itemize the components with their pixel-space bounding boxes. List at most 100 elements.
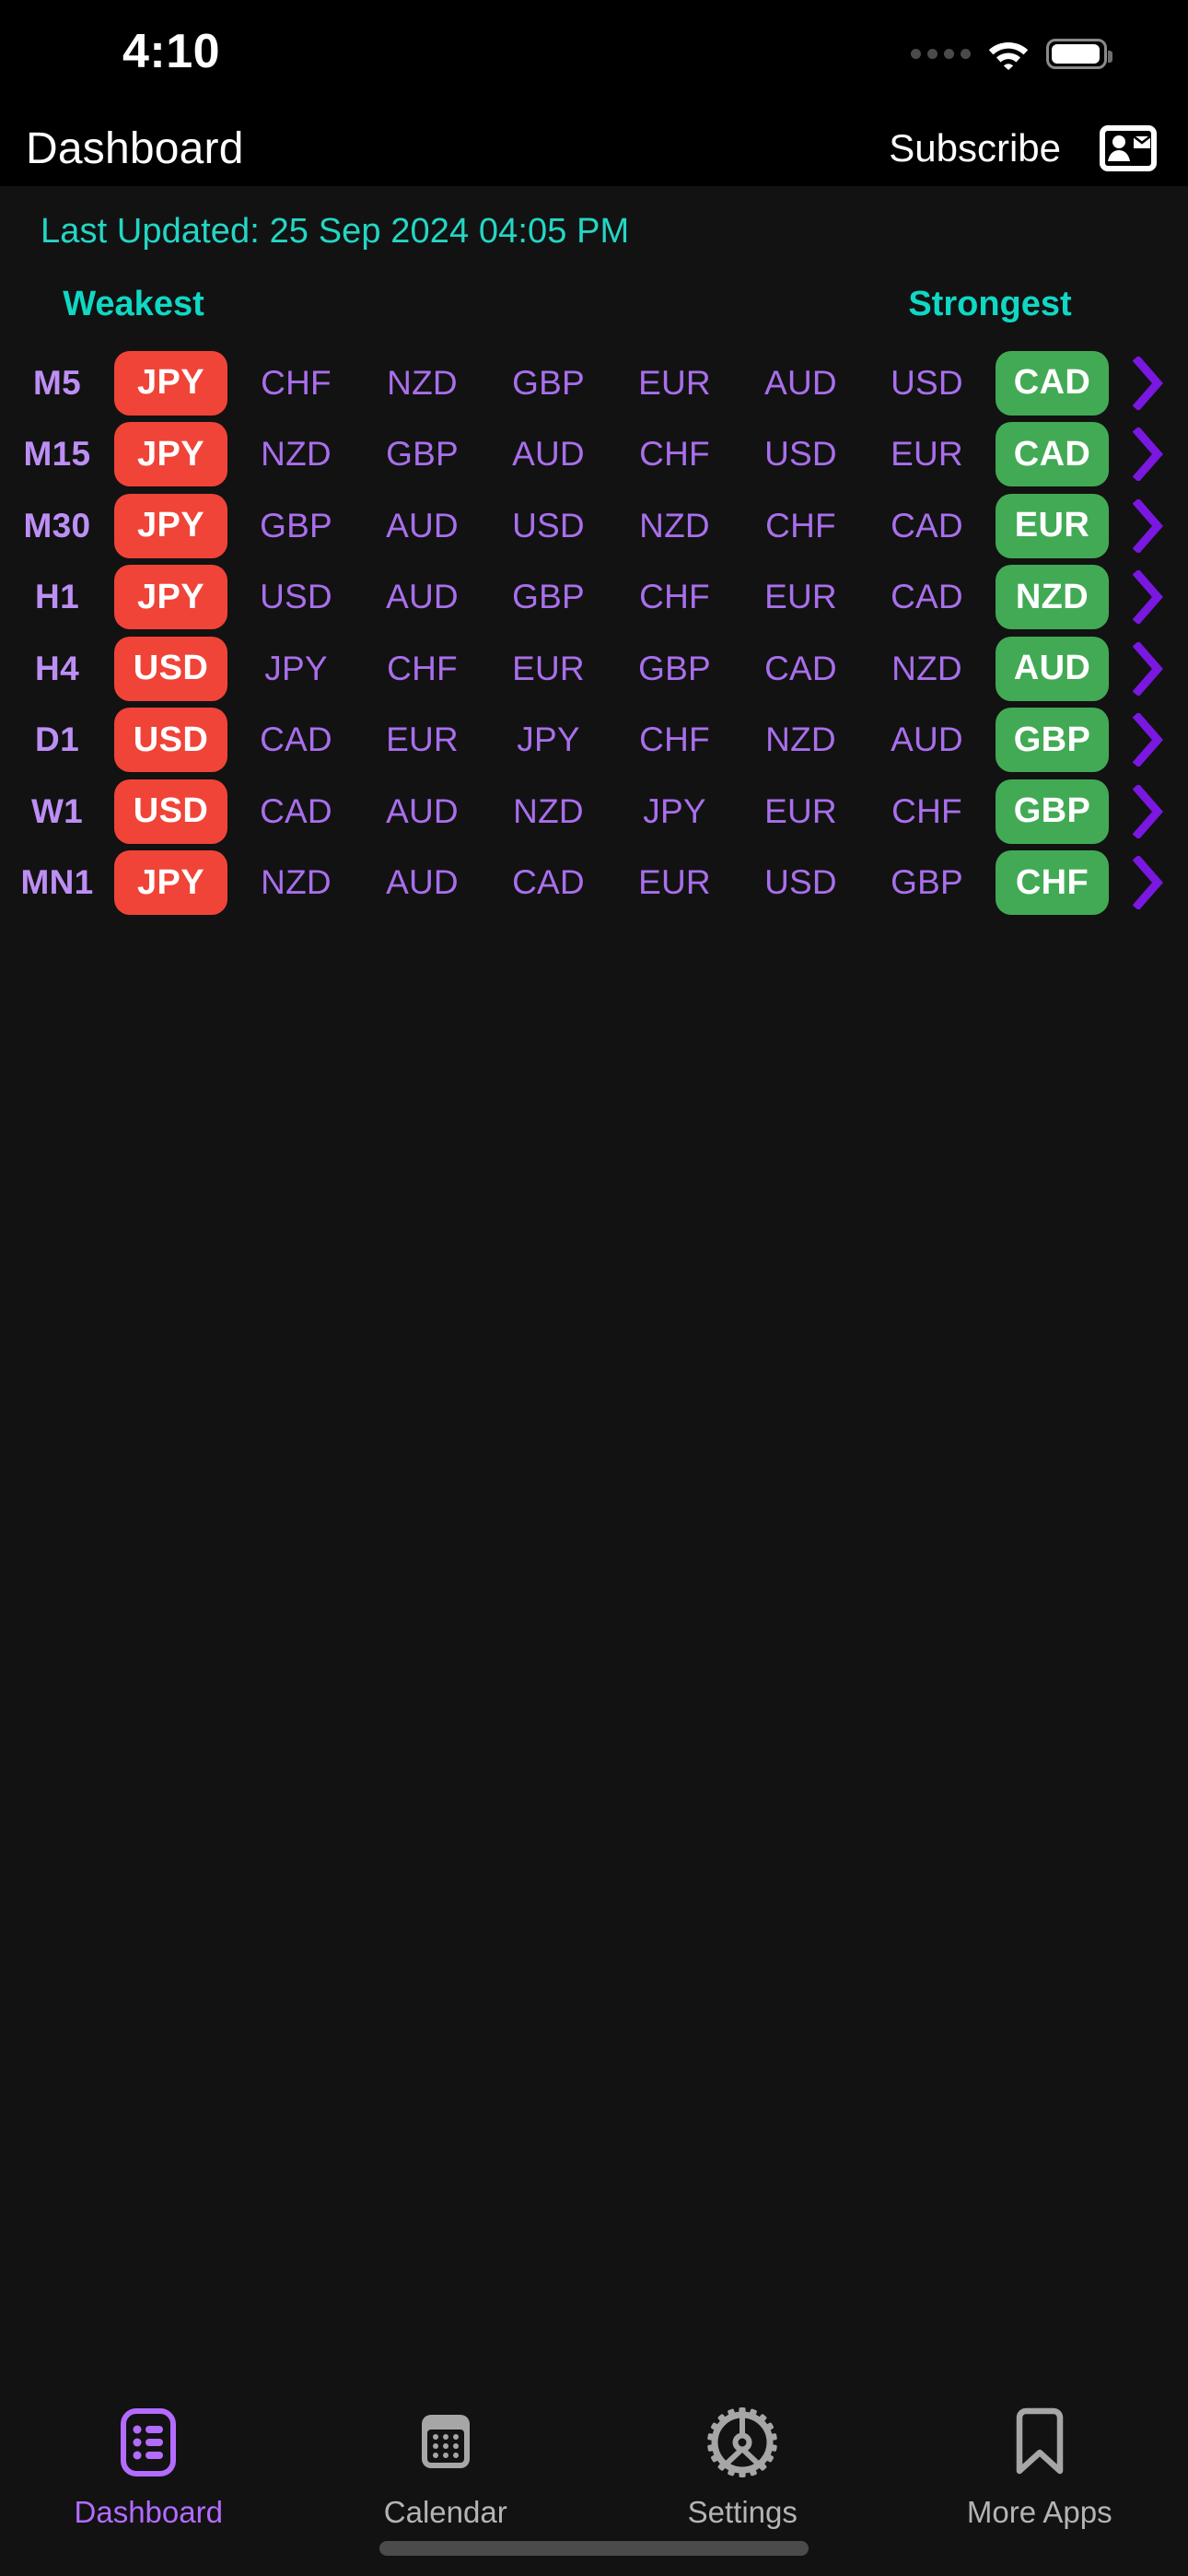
timeframe-label: M15 (23, 435, 91, 474)
currency-cell: JPY (517, 720, 580, 759)
contact-card-icon[interactable] (1100, 124, 1157, 172)
wifi-icon (988, 42, 1029, 70)
status-indicators (911, 31, 1112, 76)
status-time: 4:10 (122, 25, 221, 78)
currency-cell: AUD (512, 435, 585, 474)
middle-currency-list: NZD AUD CAD EUR USD GBP (227, 850, 996, 915)
currency-cell: CHF (765, 506, 836, 544)
app-screen: 4:10 Dashboard Subscribe Last Updated: 2… (0, 0, 1188, 2576)
status-bar: 4:10 (0, 0, 1188, 111)
currency-cell: EUR (512, 649, 585, 687)
currency-cell: JPY (264, 649, 328, 687)
currency-cell: CAD (512, 863, 585, 902)
currency-cell: GBP (260, 506, 332, 544)
middle-currency-list: GBP AUD USD NZD CHF CAD (227, 494, 996, 558)
table-row[interactable]: W1 USD CAD AUD NZD JPY EUR CHF GBP (0, 776, 1188, 848)
tab-settings-label: Settings (687, 2495, 798, 2529)
tab-dashboard[interactable]: Dashboard (0, 2403, 297, 2530)
chevron-right-icon[interactable] (1109, 422, 1188, 486)
tab-more-apps[interactable]: More Apps (891, 2403, 1188, 2530)
tab-settings[interactable]: Settings (594, 2403, 891, 2530)
table-row[interactable]: M15 JPY NZD GBP AUD CHF USD EUR CAD (0, 419, 1188, 491)
currency-cell: CAD (260, 720, 332, 759)
currency-cell: CAD (260, 791, 332, 830)
currency-cell: CHF (639, 578, 710, 616)
chevron-right-icon[interactable] (1109, 351, 1188, 416)
middle-currency-list: CAD AUD NZD JPY EUR CHF (227, 779, 996, 844)
currency-cell: NZD (387, 363, 458, 402)
currency-cell: GBP (512, 578, 585, 616)
tab-calendar-label: Calendar (383, 2495, 507, 2529)
currency-cell: GBP (638, 649, 711, 687)
subscribe-button[interactable]: Subscribe (889, 126, 1061, 170)
chevron-right-icon[interactable] (1109, 850, 1188, 915)
currency-cell: AUD (386, 506, 459, 544)
page-title: Dashboard (26, 123, 244, 173)
chevron-right-icon[interactable] (1109, 494, 1188, 558)
currency-cell: EUR (891, 435, 963, 474)
weakest-currency-badge: USD (114, 779, 227, 844)
strongest-currency-badge: EUR (996, 493, 1109, 558)
table-row[interactable]: M30 JPY GBP AUD USD NZD CHF CAD EUR (0, 490, 1188, 562)
middle-currency-list: JPY CHF EUR GBP CAD NZD (227, 637, 996, 701)
timeframe-label: M5 (33, 363, 81, 402)
currency-cell: CAD (891, 506, 963, 544)
tab-dashboard-label: Dashboard (74, 2495, 223, 2529)
currency-cell: AUD (891, 720, 963, 759)
middle-currency-list: NZD GBP AUD CHF USD EUR (227, 422, 996, 486)
currency-cell: GBP (386, 435, 459, 474)
currency-cell: NZD (513, 791, 584, 830)
timeframe-label: H4 (35, 649, 79, 687)
strongest-currency-badge: CAD (996, 422, 1109, 487)
extremes-header: Weakest Strongest (0, 270, 1188, 344)
currency-cell: CAD (891, 578, 963, 616)
middle-currency-list: CHF NZD GBP EUR AUD USD (227, 351, 996, 416)
currency-cell: AUD (764, 363, 837, 402)
currency-cell: EUR (638, 863, 711, 902)
currency-cell: NZD (261, 863, 332, 902)
chevron-right-icon[interactable] (1109, 779, 1188, 844)
middle-currency-list: USD AUD GBP CHF EUR CAD (227, 565, 996, 629)
tab-calendar[interactable]: Calendar (297, 2403, 595, 2530)
currency-cell: CHF (639, 435, 710, 474)
chevron-right-icon[interactable] (1109, 637, 1188, 701)
timeframe-label: H1 (35, 578, 79, 616)
currency-cell: NZD (639, 506, 710, 544)
currency-cell: AUD (386, 863, 459, 902)
main-content: Last Updated: 25 Sep 2024 04:05 PM Weake… (0, 186, 1188, 2576)
middle-currency-list: CAD EUR JPY CHF NZD AUD (227, 708, 996, 772)
strongest-column-label: Strongest (908, 285, 1072, 323)
table-row[interactable]: M5 JPY CHF NZD GBP EUR AUD USD CAD (0, 347, 1188, 419)
chevron-right-icon[interactable] (1109, 708, 1188, 772)
currency-cell: USD (260, 578, 332, 616)
bookmark-icon (1005, 2403, 1075, 2482)
cellular-dots-icon (911, 48, 971, 59)
nav-actions: Subscribe (889, 124, 1157, 172)
home-indicator (379, 2541, 809, 2556)
table-row[interactable]: H4 USD JPY CHF EUR GBP CAD NZD AUD (0, 633, 1188, 705)
currency-cell: USD (512, 506, 585, 544)
currency-cell: GBP (891, 863, 963, 902)
currency-cell: USD (764, 863, 837, 902)
calendar-icon (409, 2403, 483, 2482)
currency-cell: EUR (386, 720, 459, 759)
currency-cell: AUD (386, 578, 459, 616)
currency-cell: JPY (643, 791, 706, 830)
currency-cell: CHF (639, 720, 710, 759)
strongest-currency-badge: CAD (996, 350, 1109, 416)
table-row[interactable]: MN1 JPY NZD AUD CAD EUR USD GBP CHF (0, 848, 1188, 919)
currency-cell: EUR (764, 578, 837, 616)
currency-cell: CHF (261, 363, 332, 402)
weakest-column-label: Weakest (63, 285, 204, 323)
table-row[interactable]: D1 USD CAD EUR JPY CHF NZD AUD GBP (0, 705, 1188, 777)
currency-cell: EUR (638, 363, 711, 402)
currency-cell: CHF (891, 791, 962, 830)
weakest-currency-badge: JPY (114, 350, 227, 416)
weakest-currency-badge: JPY (114, 493, 227, 558)
chevron-right-icon[interactable] (1109, 565, 1188, 629)
table-row[interactable]: H1 JPY USD AUD GBP CHF EUR CAD NZD (0, 562, 1188, 634)
currency-cell: NZD (891, 649, 962, 687)
weakest-currency-badge: JPY (114, 565, 227, 630)
weakest-currency-badge: JPY (114, 850, 227, 916)
strongest-currency-badge: CHF (996, 850, 1109, 916)
